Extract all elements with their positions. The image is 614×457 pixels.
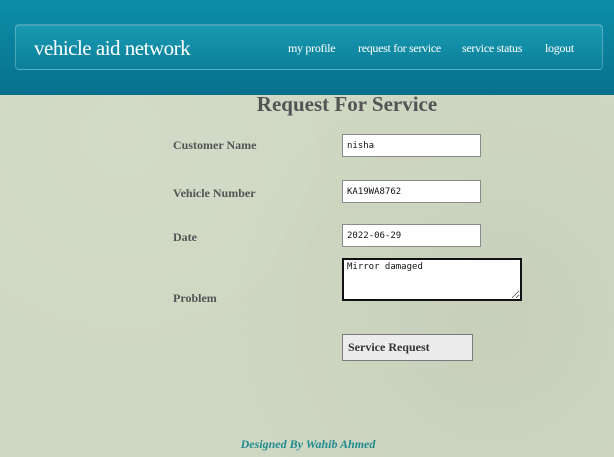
nav-request-for-service[interactable]: request for service: [358, 41, 441, 56]
page-title: Request For Service: [256, 92, 438, 116]
nav-service-status[interactable]: service status: [462, 41, 522, 56]
nav-my-profile[interactable]: my profile: [288, 41, 336, 56]
problem-textarea[interactable]: Mirror damaged: [342, 258, 522, 301]
customer-name-input[interactable]: [342, 134, 481, 157]
brand-title[interactable]: vehicle aid network: [34, 36, 191, 61]
problem-label: Problem: [173, 291, 217, 305]
date-label: Date: [173, 230, 197, 244]
date-input[interactable]: [342, 224, 481, 247]
vehicle-number-label: Vehicle Number: [173, 186, 256, 200]
service-request-button[interactable]: Service Request: [342, 334, 473, 361]
customer-name-label: Customer Name: [173, 138, 257, 152]
vehicle-number-input[interactable]: [342, 180, 481, 203]
footer-credit: Designed By Wahib Ahmed: [240, 437, 376, 451]
header-bar: vehicle aid network my profile request f…: [0, 0, 614, 95]
nav-logout[interactable]: logout: [545, 41, 574, 56]
navbar: vehicle aid network my profile request f…: [15, 24, 603, 70]
